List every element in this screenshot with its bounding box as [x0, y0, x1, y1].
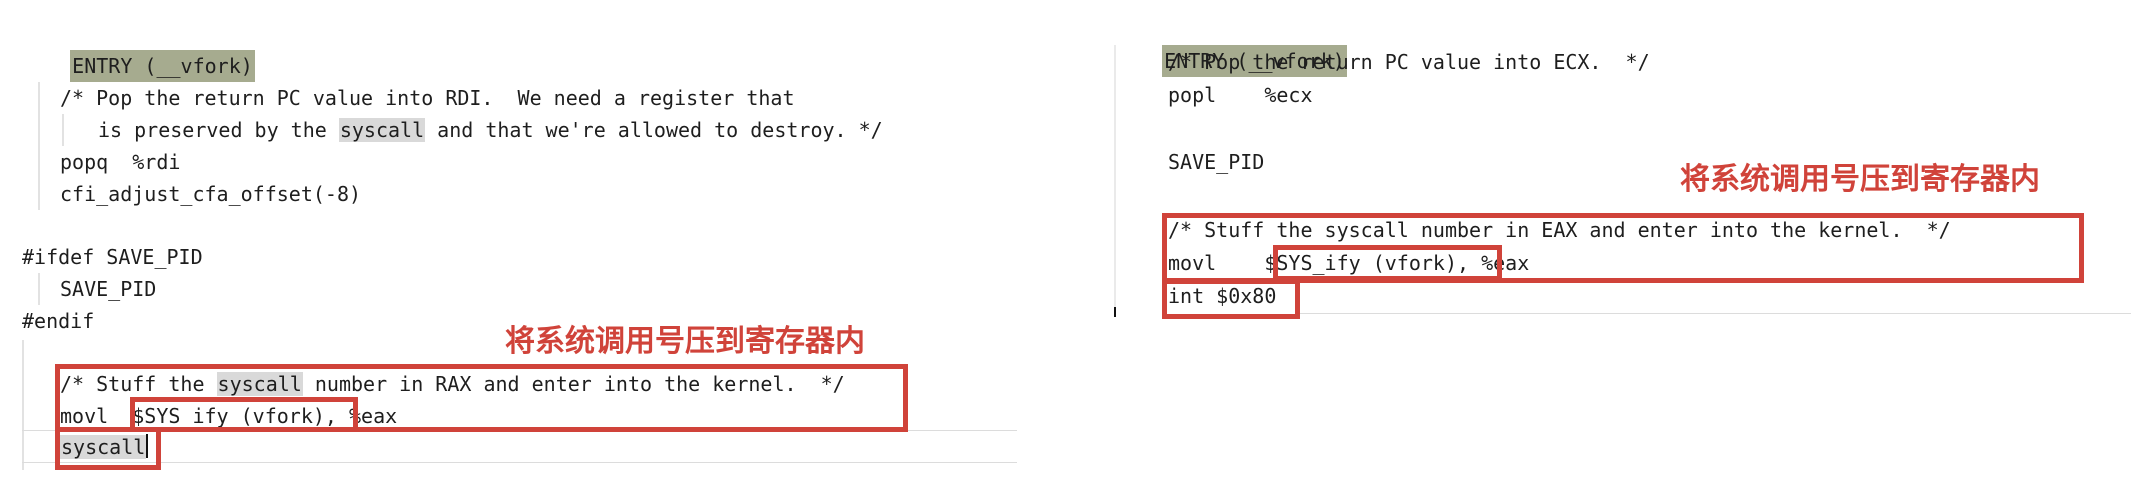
- sys-ify-arg-box: [130, 397, 358, 432]
- entry-highlight: ENTRY (__vfork): [70, 50, 255, 82]
- comment-line[interactable]: /* Pop the return PC value into ECX. */: [1168, 46, 1650, 78]
- indent-guide: [38, 273, 40, 305]
- comment-pre: is preserved by the: [98, 118, 339, 142]
- cfi-line[interactable]: cfi_adjust_cfa_offset(-8): [60, 178, 361, 210]
- syscall-highlight: syscall: [338, 118, 426, 142]
- left-code-panel: ENTRY (__vfork) /* Pop the return PC val…: [0, 0, 1020, 484]
- comment-line-1[interactable]: /* Pop the return PC value into RDI. We …: [60, 82, 795, 114]
- popq-line[interactable]: popq %rdi: [60, 146, 180, 178]
- comment-line-2[interactable]: is preserved by the syscall and that we'…: [98, 114, 883, 146]
- annotation-label: 将系统调用号压到寄存器内: [1680, 162, 2040, 197]
- indent-guide: [22, 340, 24, 470]
- sys-ify-arg-box: [1273, 245, 1502, 281]
- endif-line[interactable]: #endif: [22, 305, 94, 337]
- annotation-label: 将系统调用号压到寄存器内: [505, 324, 865, 359]
- indent-guide: [1114, 45, 1116, 315]
- save-pid-line[interactable]: SAVE_PID: [1168, 146, 1264, 178]
- comment-post: and that we're allowed to destroy. */: [425, 118, 883, 142]
- ifdef-line[interactable]: #ifdef SAVE_PID: [22, 241, 203, 273]
- indent-guide: [38, 82, 40, 210]
- current-line-bottom: [22, 462, 1017, 463]
- gutter-tick: [1114, 307, 1116, 317]
- popl-line[interactable]: popl %ecx: [1168, 79, 1313, 111]
- current-line-bottom: [1300, 313, 2131, 314]
- save-pid-line[interactable]: SAVE_PID: [60, 273, 156, 305]
- right-code-panel: ENTRY (__vfork) /* Pop the return PC val…: [1110, 0, 2131, 484]
- syscall-box: [55, 427, 161, 470]
- indent-guide: [62, 114, 64, 146]
- int-box: [1162, 279, 1300, 319]
